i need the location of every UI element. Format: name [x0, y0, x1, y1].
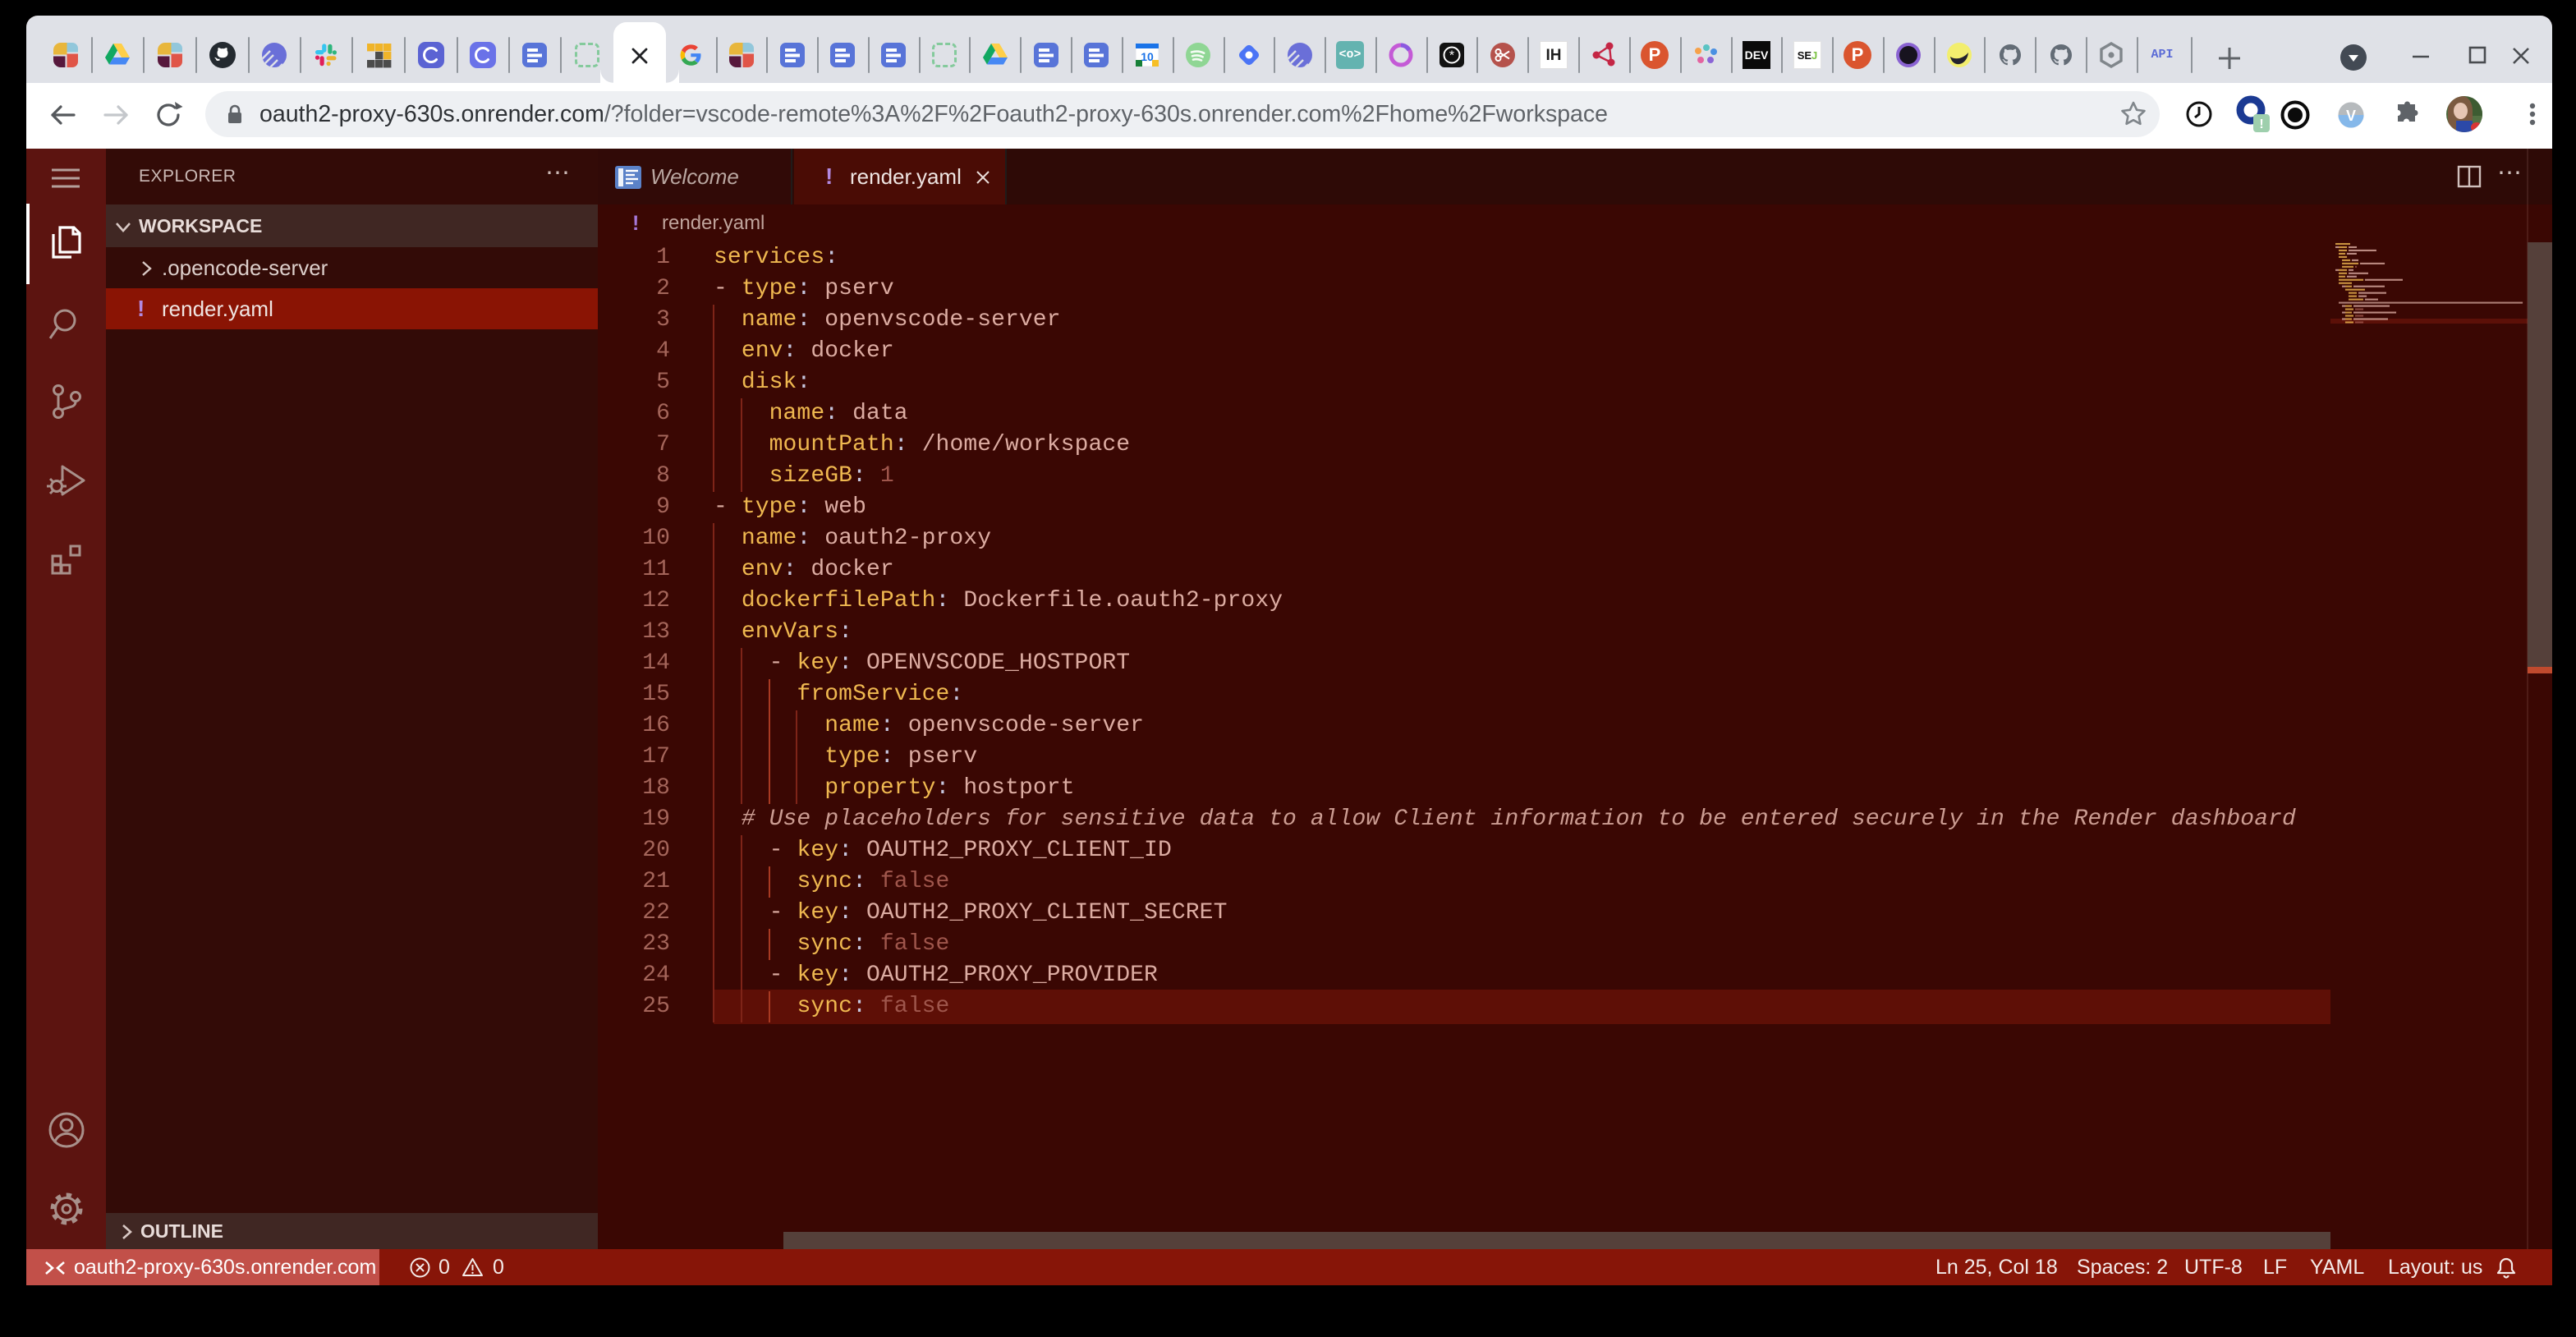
svg-text:V: V	[2346, 108, 2356, 124]
svg-text:10: 10	[1141, 50, 1154, 63]
svg-text:!: !	[2259, 117, 2263, 131]
svg-text:*: *	[1449, 49, 1454, 63]
